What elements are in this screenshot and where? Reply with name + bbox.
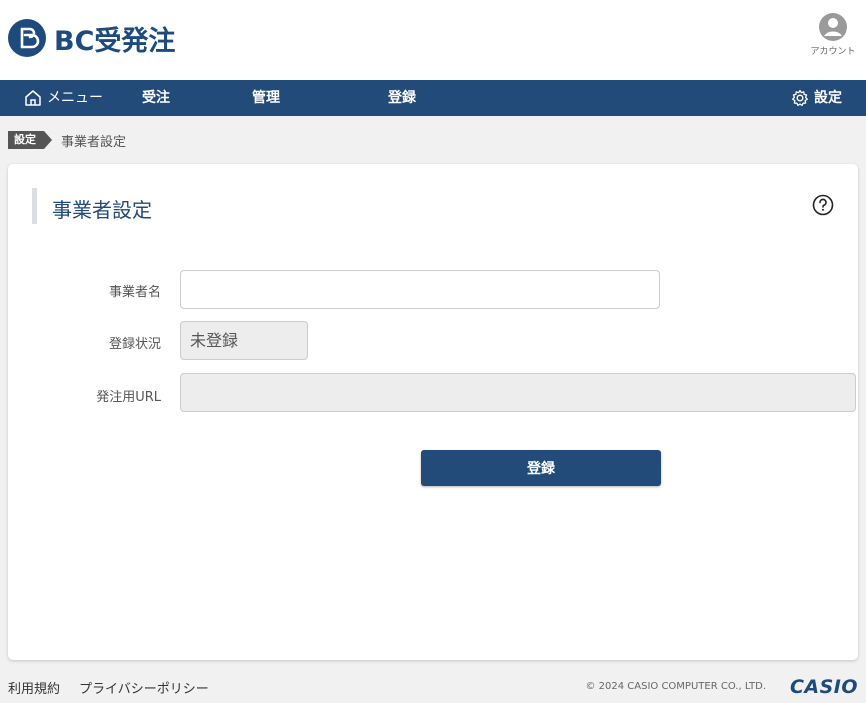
order-url-field [180,373,856,412]
brand-logo: CASIO [789,676,858,698]
order-url-label: 発注用URL [96,390,161,405]
help-icon[interactable] [812,194,834,216]
settings-card: 事業者設定 事業者名 登録状況 未登録 発注用URL 登録 [8,164,858,660]
gear-icon [791,89,809,107]
nav-menu-label: メニュー [47,90,103,106]
nav-menu[interactable]: メニュー [24,80,103,116]
copyright: © 2024 CASIO COMPUTER CO., LTD. [585,681,766,692]
nav-settings[interactable]: 設定 [791,80,842,116]
title-accent-bar [32,188,37,224]
terms-link[interactable]: 利用規約 [8,678,60,697]
home-icon [24,89,42,107]
business-name-input[interactable] [180,270,660,309]
account-button[interactable]: アカウント [808,12,858,57]
logo-text: BC受発注 [54,25,176,57]
page-title: 事業者設定 [52,198,152,222]
nav-register[interactable]: 登録 [388,80,416,116]
breadcrumb-current: 事業者設定 [61,134,127,150]
account-label: アカウント [810,47,856,57]
account-icon [819,13,847,41]
register-button[interactable]: 登録 [421,450,661,486]
registration-status-value: 未登録 [180,321,308,360]
breadcrumb-tag[interactable]: 設定 [8,131,52,149]
footer: 利用規約 プライバシーポリシー © 2024 CASIO COMPUTER CO… [0,672,866,703]
app-header: BC受発注 アカウント [0,0,866,80]
registration-status-label: 登録状況 [108,337,161,352]
business-name-label: 事業者名 [108,285,161,300]
nav-manage[interactable]: 管理 [252,80,280,116]
breadcrumb: 設定 事業者設定 [8,131,127,150]
logo-icon [8,19,46,57]
app-logo[interactable]: BC受発注 [8,18,175,58]
nav-settings-label: 設定 [814,90,842,106]
privacy-link[interactable]: プライバシーポリシー [79,678,209,697]
main-nav: メニュー 受注 管理 登録 設定 [0,80,866,116]
nav-order[interactable]: 受注 [142,80,170,116]
